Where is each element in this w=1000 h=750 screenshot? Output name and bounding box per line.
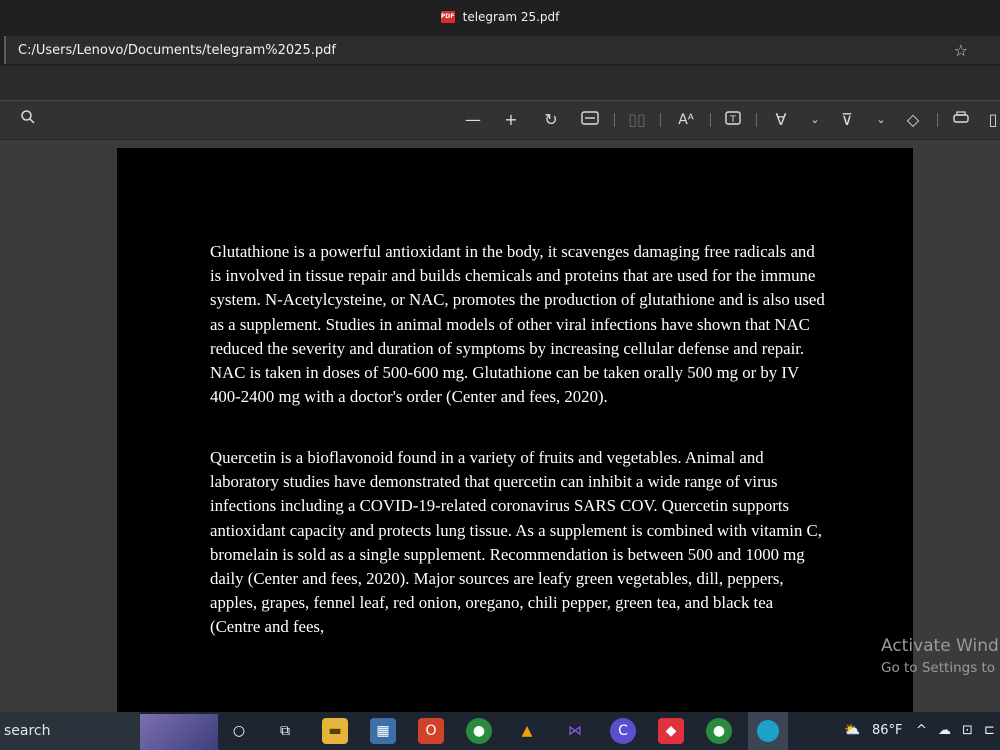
title-bar: PDF telegram 25.pdf (0, 0, 1000, 34)
rotate-icon[interactable]: ↻ (540, 109, 562, 131)
anydesk-icon[interactable]: ◆ (658, 718, 684, 744)
read-aloud-icon[interactable]: Aᴬ (674, 109, 698, 131)
pdf-file-icon: PDF (440, 11, 455, 23)
visual-studio-icon[interactable]: ⋈ (562, 718, 588, 744)
taskbar-search[interactable]: search (0, 712, 140, 750)
pdf-page: Glutathione is a powerful antioxidant in… (117, 148, 913, 712)
zoom-in-icon[interactable]: + (500, 109, 522, 131)
chrome-2-icon[interactable]: ● (706, 718, 732, 744)
watermark-line1: Activate Wind (881, 636, 999, 656)
file-explorer-icon[interactable]: ▬ (322, 718, 348, 744)
print-icon[interactable] (950, 109, 972, 131)
search-icon[interactable] (18, 109, 38, 131)
address-field[interactable]: C:/Users/Lenovo/Documents/telegram%2025.… (4, 36, 1000, 64)
tray-chevron-icon[interactable]: ^ (916, 712, 927, 750)
cortana-circle-icon[interactable]: ○ (226, 718, 252, 744)
toolbar-separator (660, 113, 661, 127)
blank-strip (0, 66, 1000, 101)
paragraph-quercetin: Quercetin is a bioflavonoid found in a v… (210, 448, 822, 637)
toolbar-separator (937, 113, 938, 127)
more-icon[interactable]: ▯ (986, 109, 1000, 131)
address-path: C:/Users/Lenovo/Documents/telegram%2025.… (18, 42, 336, 58)
search-label: search (4, 723, 51, 739)
paragraph-glutathione: Glutathione is a powerful antioxidant in… (210, 242, 825, 407)
toolbar-separator (710, 113, 711, 127)
watermark-line2: Go to Settings to a (881, 660, 1000, 676)
draw-icon[interactable]: ∀ (770, 109, 792, 131)
network-icon[interactable]: ⊡ (962, 712, 973, 750)
weather-temperature[interactable]: 86°F (872, 712, 903, 750)
address-bar: C:/Users/Lenovo/Documents/telegram%2025.… (0, 34, 1000, 66)
cortana-app-icon[interactable]: C (610, 718, 636, 744)
chevron-down-icon[interactable]: ⌄ (808, 109, 822, 131)
toolbar-separator (614, 113, 615, 127)
vlc-icon[interactable]: ▲ (514, 718, 540, 744)
toolbar-separator (756, 113, 757, 127)
volume-icon[interactable]: ⊏ (984, 712, 995, 750)
calculator-icon[interactable]: ▦ (370, 718, 396, 744)
pdf-viewer[interactable]: Glutathione is a powerful antioxidant in… (0, 140, 1000, 712)
highlight-icon[interactable]: ⊽ (836, 109, 858, 131)
window-title: telegram 25.pdf (462, 10, 560, 24)
text-box-icon[interactable]: T (722, 109, 744, 131)
svg-text:T: T (729, 115, 736, 125)
chevron-down-icon[interactable]: ⌄ (874, 109, 888, 131)
search-highlight-image (140, 714, 218, 750)
office-icon[interactable]: O (418, 718, 444, 744)
activation-watermark: Activate Wind Go to Settings to a (881, 636, 1000, 676)
fit-width-icon[interactable] (579, 109, 601, 131)
chrome-icon[interactable]: ● (466, 718, 492, 744)
zoom-out-icon[interactable]: — (462, 109, 484, 131)
task-view-icon[interactable]: ⧉ (272, 718, 298, 744)
weather-icon[interactable]: ⛅ (844, 712, 860, 750)
onedrive-icon[interactable]: ☁ (938, 712, 951, 750)
pdf-toolbar: — + ↻ ▯▯ Aᴬ T ∀ ⌄ ⊽ ⌄ ◇ ▯ (0, 101, 1000, 140)
page-view-icon[interactable]: ▯▯ (626, 109, 648, 131)
add-favorite-icon[interactable]: ☆ (954, 41, 968, 60)
taskbar: search ○ ⧉ ▬ ▦ O ● ▲ ⋈ C ◆ ● ⛅ 86°F ^ ☁ … (0, 712, 1000, 750)
erase-icon[interactable]: ◇ (902, 109, 924, 131)
edge-icon[interactable] (748, 712, 788, 750)
